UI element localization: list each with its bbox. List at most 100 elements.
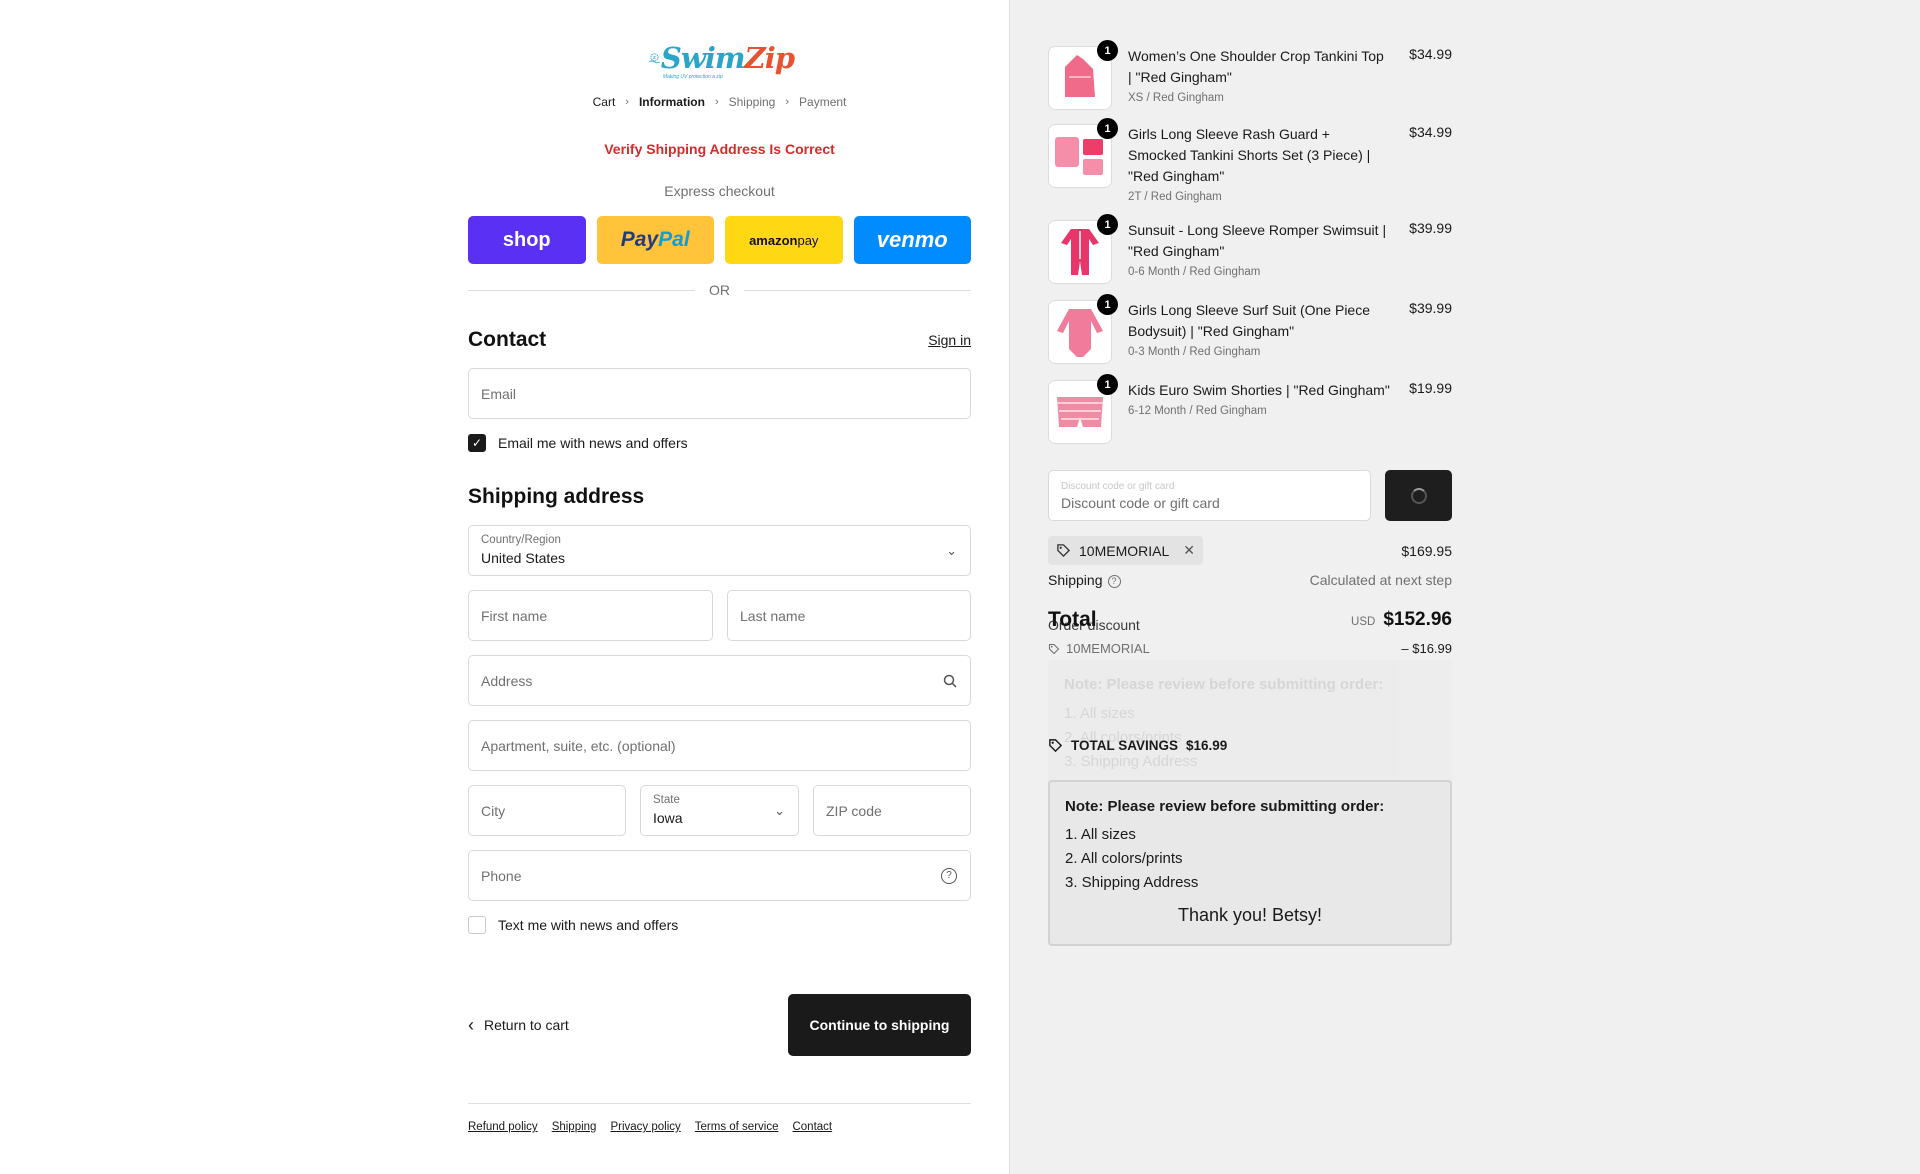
item-price: $19.99: [1409, 380, 1452, 396]
last-name-field[interactable]: Last name: [727, 590, 971, 641]
apartment-field[interactable]: Apartment, suite, etc. (optional): [468, 720, 971, 771]
discount-placeholder: Discount code or gift card: [1061, 495, 1220, 511]
sign-in-link[interactable]: Sign in: [928, 332, 971, 348]
note-item: 1. All sizes: [1065, 826, 1136, 843]
country-select[interactable]: Country/Region United States ⌄: [468, 525, 971, 576]
zip-code-field[interactable]: ZIP code: [813, 785, 971, 836]
chevron-down-icon: ⌄: [946, 542, 957, 558]
item-title: Girls Long Sleeve Rash Guard + Smocked T…: [1128, 124, 1390, 205]
privacy-policy-link[interactable]: Privacy policy: [610, 1121, 680, 1133]
contact-title: Contact: [468, 328, 547, 351]
item-variant: 0-6 Month / Red Gingham: [1128, 266, 1261, 278]
discount-ghost-placeholder: Discount code or gift card: [1061, 481, 1175, 492]
breadcrumb-payment: Payment: [799, 95, 847, 109]
continue-to-shipping-button[interactable]: Continue to shipping: [788, 994, 971, 1056]
express-checkout-label: Express checkout: [664, 183, 775, 199]
or-divider: OR: [468, 282, 971, 298]
item-variant: 0-3 Month / Red Gingham: [1128, 346, 1261, 358]
state-select[interactable]: State Iowa ⌄: [640, 785, 799, 836]
quantity-badge: 1: [1097, 374, 1118, 395]
contact-link[interactable]: Contact: [792, 1121, 832, 1133]
quantity-badge: 1: [1097, 294, 1118, 315]
item-title: Kids Euro Swim Shorties | "Red Gingham" …: [1128, 382, 1390, 417]
chevron-right-icon: ›: [785, 96, 790, 108]
savings-value: $16.99: [1186, 738, 1228, 753]
quantity-badge: 1: [1097, 40, 1118, 61]
footer-divider: [468, 1103, 971, 1104]
sms-news-checkbox[interactable]: [468, 916, 486, 934]
shipping-policy-link[interactable]: Shipping: [552, 1121, 597, 1133]
discount-code-field[interactable]: Discount code or gift card Discount code…: [1048, 470, 1371, 521]
logo-wordmark: SwimZip: [660, 40, 795, 75]
cart-item: 1 Kids Euro Swim Shorties | "Red Gingham…: [1048, 374, 1452, 446]
paypal-button[interactable]: Pay Pal: [596, 216, 714, 264]
email-news-checkbox[interactable]: ✓: [468, 434, 486, 452]
cart-item: 1 Girls Long Sleeve Surf Suit (One Piece…: [1048, 294, 1452, 366]
breadcrumb-information: Information: [638, 95, 705, 109]
loading-spinner-icon: [1410, 487, 1427, 504]
shipping-row: Shipping? Calculated at next step: [1048, 572, 1452, 588]
shipping-value: Calculated at next step: [1309, 572, 1452, 588]
quantity-badge: 1: [1097, 118, 1118, 139]
contact-header: Contact Sign in: [468, 328, 971, 352]
breadcrumb-shipping: Shipping: [728, 95, 776, 109]
email-news-label: Email me with news and offers: [498, 435, 688, 451]
chevron-right-icon: ›: [625, 96, 629, 108]
sms-news-option[interactable]: Text me with news and offers: [468, 916, 678, 934]
sms-news-label: Text me with news and offers: [498, 917, 679, 933]
breadcrumb-cart[interactable]: Cart: [593, 95, 616, 109]
subtotal-value: $169.95: [1401, 543, 1452, 559]
first-name-field[interactable]: First name: [468, 590, 713, 641]
svg-text:Z: Z: [653, 55, 656, 60]
shipping-address-title: Shipping address: [468, 485, 645, 508]
phone-field[interactable]: Phone ?: [468, 850, 971, 901]
product-thumbnail: 1: [1048, 374, 1118, 444]
currency-code: USD: [1351, 616, 1376, 628]
order-note-box: Note: Please review before submitting or…: [1048, 780, 1452, 946]
amazon-pay-button[interactable]: amazon pay: [725, 216, 843, 264]
item-price: $39.99: [1409, 300, 1452, 316]
refund-policy-link[interactable]: Refund policy: [468, 1121, 538, 1133]
total-savings: TOTAL SAVINGS $16.99: [1048, 738, 1227, 753]
savings-label: TOTAL SAVINGS: [1071, 738, 1179, 753]
chevron-right-icon: ›: [714, 96, 719, 108]
note-title: Note: Please review before submitting or…: [1065, 798, 1385, 815]
product-thumbnail: 1: [1048, 118, 1118, 188]
note-thanks: Thank you! Betsy!: [1177, 905, 1323, 925]
venmo-button[interactable]: venmo: [853, 216, 971, 264]
total-amount: USD $152.96: [1351, 609, 1452, 631]
swimzip-logo[interactable]: Z SwimZip Making UV protection a zip: [648, 37, 795, 80]
item-variant: 6-12 Month / Red Gingham: [1128, 405, 1267, 417]
note-item: 3. Shipping Address: [1065, 874, 1199, 891]
note-item: 2. All colors/prints: [1065, 850, 1183, 867]
search-icon: [943, 674, 957, 688]
chevron-left-icon: ‹: [468, 1015, 474, 1035]
return-to-cart-link[interactable]: ‹ Return to cart: [468, 1016, 569, 1034]
city-field[interactable]: City: [468, 785, 626, 836]
express-checkout-buttons: shop Pay Pal amazon pay venmo: [468, 216, 971, 264]
address-field[interactable]: Address: [468, 655, 971, 706]
cart-item: 1 Women’s One Shoulder Crop Tankini Top …: [1048, 40, 1452, 112]
email-field[interactable]: Email: [468, 368, 971, 419]
order-discount-label: Order discount: [1048, 617, 1140, 633]
footer-links: Refund policy Shipping Privacy policy Te…: [468, 1121, 832, 1133]
help-icon[interactable]: ?: [941, 867, 957, 884]
email-news-option[interactable]: ✓ Email me with news and offers: [468, 434, 688, 452]
apply-discount-button[interactable]: [1385, 470, 1452, 521]
chevron-down-icon: ⌄: [774, 802, 785, 818]
item-price: $39.99: [1409, 220, 1452, 236]
total-value: $152.96: [1383, 609, 1452, 630]
logo-icon: Z: [649, 53, 660, 64]
cart-item: 1 Girls Long Sleeve Rash Guard + Smocked…: [1048, 118, 1452, 203]
quantity-badge: 1: [1097, 214, 1118, 235]
shop-pay-button[interactable]: shop: [468, 216, 586, 264]
item-variant: XS / Red Gingham: [1128, 92, 1224, 104]
item-title: Sunsuit - Long Sleeve Romper Swimsuit | …: [1128, 220, 1390, 280]
terms-of-service-link[interactable]: Terms of service: [695, 1121, 779, 1133]
help-icon[interactable]: ?: [1107, 574, 1121, 588]
discount-line: 10MEMORIAL – $16.99: [1048, 641, 1452, 656]
verify-address-alert: Verify Shipping Address Is Correct: [604, 141, 835, 157]
item-title: Girls Long Sleeve Surf Suit (One Piece B…: [1128, 300, 1390, 360]
product-thumbnail: 1: [1048, 40, 1118, 110]
cart-item: 1 Sunsuit - Long Sleeve Romper Swimsuit …: [1048, 214, 1452, 286]
